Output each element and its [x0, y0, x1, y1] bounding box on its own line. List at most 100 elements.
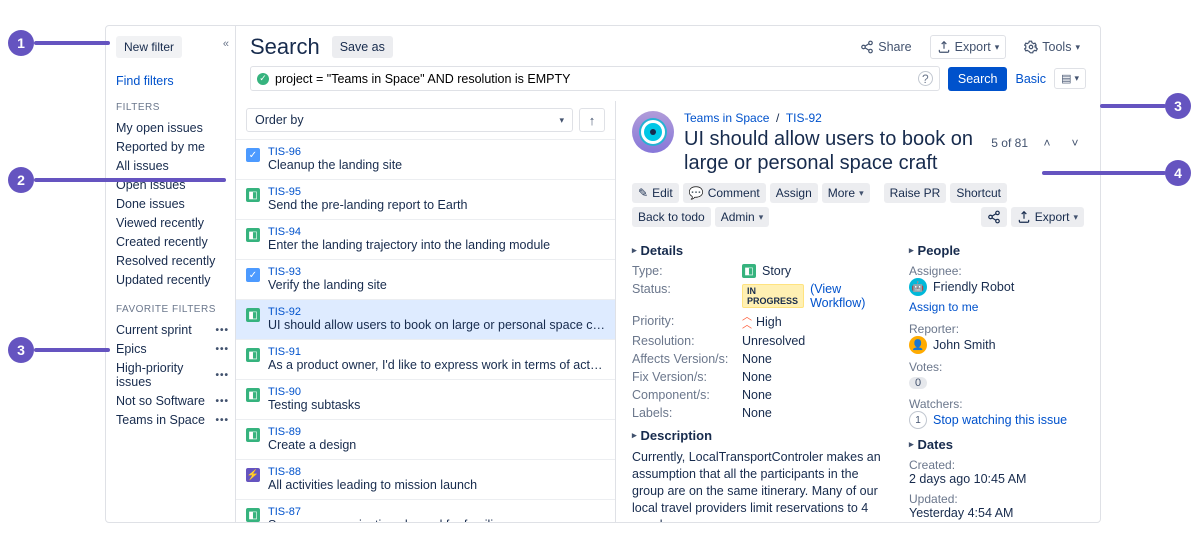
sort-direction-button[interactable]: ↑ — [579, 108, 605, 132]
next-issue-button[interactable]: ˅ — [1066, 134, 1084, 152]
issue-summary: Cleanup the landing site — [268, 158, 605, 172]
topbar: Search Save as Share Export▾ Tools▾ — [236, 26, 1100, 66]
search-button[interactable]: Search — [948, 67, 1008, 91]
issue-row[interactable]: ◧TIS-91As a product owner, I'd like to e… — [236, 339, 615, 379]
export-issue-button[interactable]: Export ▾ — [1011, 207, 1084, 227]
sidebar-filter-item[interactable]: Reported by me — [116, 138, 229, 157]
share-icon — [860, 40, 874, 54]
issue-type-icon: ◧ — [246, 388, 260, 402]
issue-key: TIS-89 — [268, 426, 605, 438]
sidebar-favorite-item[interactable]: High-priority issues••• — [116, 359, 229, 392]
order-by-dropdown[interactable]: Order by▾ — [246, 108, 573, 132]
issue-type-icon: ✓ — [246, 148, 260, 162]
query-bar: ✓ ? Search Basic ▤▾ — [236, 66, 1100, 101]
more-button[interactable]: More ▾ — [822, 183, 870, 203]
issue-key: TIS-96 — [268, 146, 605, 158]
assign-to-me-link[interactable]: Assign to me — [909, 300, 1084, 314]
issue-pager: 5 of 81 ˄ ˅ — [991, 111, 1084, 175]
sidebar-filter-item[interactable]: Created recently — [116, 233, 229, 252]
issue-row[interactable]: ⚡TIS-88All activities leading to mission… — [236, 459, 615, 499]
issue-key-link[interactable]: TIS-92 — [786, 111, 822, 125]
issue-list: Order by▾ ↑ ✓ TIS-96Cleanup the landing s… — [236, 101, 616, 522]
issue-title: UI should allow users to book on large o… — [684, 127, 981, 175]
issue-row[interactable]: ◧TIS-92UI should allow users to book on … — [236, 299, 615, 339]
callout-3-right: 3 — [1165, 93, 1191, 119]
share-icon — [987, 210, 1001, 224]
issue-key: TIS-87 — [268, 506, 605, 518]
status-badge: IN PROGRESS — [742, 284, 804, 308]
issue-row[interactable]: ◧TIS-90Testing subtasks — [236, 379, 615, 419]
dates-section: ▸Dates Created: 2 days ago 10:45 AM Upda… — [909, 437, 1084, 520]
favorite-filters-header: FAVORITE FILTERS — [116, 304, 229, 315]
basic-mode-link[interactable]: Basic — [1015, 72, 1046, 86]
comment-button[interactable]: 💬Comment — [683, 183, 766, 203]
share-button[interactable]: Share — [854, 36, 917, 58]
admin-button[interactable]: Admin ▾ — [715, 207, 770, 227]
sidebar-favorite-item[interactable]: Epics••• — [116, 340, 229, 359]
prev-issue-button[interactable]: ˄ — [1038, 134, 1056, 152]
issue-row[interactable]: ◧TIS-95Send the pre-landing report to Ea… — [236, 179, 615, 219]
sidebar-favorite-item[interactable]: Teams in Space••• — [116, 411, 229, 430]
more-icon[interactable]: ••• — [215, 325, 229, 336]
callout-connector — [1100, 104, 1166, 108]
shortcut-button[interactable]: Shortcut — [950, 183, 1007, 203]
jql-input[interactable] — [275, 72, 912, 86]
sidebar-filter-item[interactable]: Viewed recently — [116, 214, 229, 233]
list-view-icon: ▤ — [1061, 72, 1071, 85]
tools-button[interactable]: Tools▾ — [1018, 36, 1086, 58]
query-valid-icon: ✓ — [257, 73, 269, 85]
share-issue-button[interactable] — [981, 207, 1007, 227]
help-icon[interactable]: ? — [918, 71, 933, 86]
export-button[interactable]: Export▾ — [930, 35, 1007, 59]
sidebar-favorite-item[interactable]: Not so Software••• — [116, 392, 229, 411]
issue-type-icon: ◧ — [246, 188, 260, 202]
issue-key: TIS-90 — [268, 386, 605, 398]
edit-button[interactable]: ✎Edit — [632, 183, 679, 203]
issue-key: TIS-94 — [268, 226, 605, 238]
save-as-button[interactable]: Save as — [332, 36, 393, 58]
collapse-icon[interactable]: ▸ — [909, 245, 914, 256]
issue-type-icon: ⚡ — [246, 468, 260, 482]
issue-summary: Send the pre-landing report to Earth — [268, 198, 605, 212]
priority-high-icon: ︿︿ — [742, 314, 750, 330]
collapse-icon[interactable]: ▸ — [909, 439, 914, 450]
collapse-icon[interactable]: ▸ — [632, 430, 637, 441]
callout-2: 2 — [8, 167, 34, 193]
avatar: 🤖 — [909, 278, 927, 296]
more-icon[interactable]: ••• — [215, 344, 229, 355]
project-link[interactable]: Teams in Space — [684, 111, 769, 125]
issue-type-icon: ✓ — [246, 268, 260, 282]
sidebar-filter-item[interactable]: All issues — [116, 157, 229, 176]
sidebar-filter-item[interactable]: Updated recently — [116, 271, 229, 290]
gear-icon — [1024, 40, 1038, 54]
more-icon[interactable]: ••• — [215, 396, 229, 407]
issue-row[interactable]: ◧TIS-94Enter the landing trajectory into… — [236, 219, 615, 259]
sidebar-filter-item[interactable]: Done issues — [116, 195, 229, 214]
collapse-icon[interactable]: ▸ — [632, 245, 637, 256]
pencil-icon: ✎ — [638, 186, 648, 200]
issue-row[interactable]: ✓TIS-93Verify the landing site — [236, 259, 615, 299]
issue-row[interactable]: ◧TIS-89Create a design — [236, 419, 615, 459]
more-icon[interactable]: ••• — [215, 415, 229, 426]
back-to-todo-button[interactable]: Back to todo — [632, 207, 711, 227]
issue-summary: Create a design — [268, 438, 605, 452]
issue-key: TIS-91 — [268, 346, 605, 358]
more-icon[interactable]: ••• — [215, 370, 229, 381]
sidebar-favorite-item[interactable]: Current sprint••• — [116, 321, 229, 340]
stop-watching-link[interactable]: Stop watching this issue — [933, 413, 1067, 427]
new-filter-button[interactable]: New filter — [116, 36, 182, 58]
view-workflow-link[interactable]: (View Workflow) — [810, 282, 885, 310]
find-filters-link[interactable]: Find filters — [116, 74, 229, 88]
jql-field[interactable]: ✓ ? — [250, 66, 940, 91]
view-toggle[interactable]: ▤▾ — [1054, 68, 1086, 89]
issue-row[interactable]: ✓ TIS-96Cleanup the landing site — [236, 139, 615, 179]
raise-pr-button[interactable]: Raise PR — [884, 183, 947, 203]
collapse-sidebar-icon[interactable]: « — [223, 38, 229, 50]
sidebar-filter-item[interactable]: My open issues — [116, 119, 229, 138]
sidebar-filter-item[interactable]: Resolved recently — [116, 252, 229, 271]
issue-summary: As a product owner, I'd like to express … — [268, 358, 605, 372]
assign-button[interactable]: Assign — [770, 183, 818, 203]
issue-row[interactable]: ◧TIS-87Secure communication channel for … — [236, 499, 615, 522]
callout-3-left: 3 — [8, 337, 34, 363]
app-window: « New filter Find filters FILTERS My ope… — [105, 25, 1101, 523]
